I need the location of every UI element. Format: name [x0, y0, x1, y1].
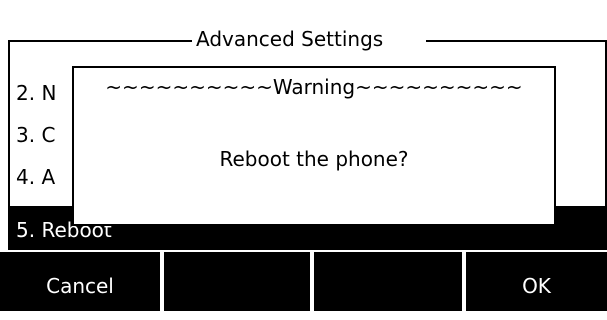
softkey-2[interactable]	[164, 252, 310, 311]
page-title: Advanced Settings	[196, 27, 384, 51]
warning-dialog: ~~~~~~~~~~Warning~~~~~~~~~~ Reboot the p…	[72, 66, 556, 226]
cancel-softkey[interactable]: Cancel	[0, 252, 160, 311]
title-divider-right	[426, 40, 607, 42]
title-bar: Advanced Settings	[0, 0, 607, 60]
phone-screen: Advanced Settings 2. N 3. C 4. A 5. Rebo…	[0, 0, 607, 311]
dialog-message: Reboot the phone?	[219, 147, 409, 171]
ok-softkey[interactable]: OK	[466, 252, 607, 311]
softkey-bar: Cancel OK	[0, 252, 607, 311]
softkey-3[interactable]	[314, 252, 462, 311]
dialog-title: ~~~~~~~~~~Warning~~~~~~~~~~	[105, 75, 523, 99]
title-divider-left	[8, 40, 192, 42]
